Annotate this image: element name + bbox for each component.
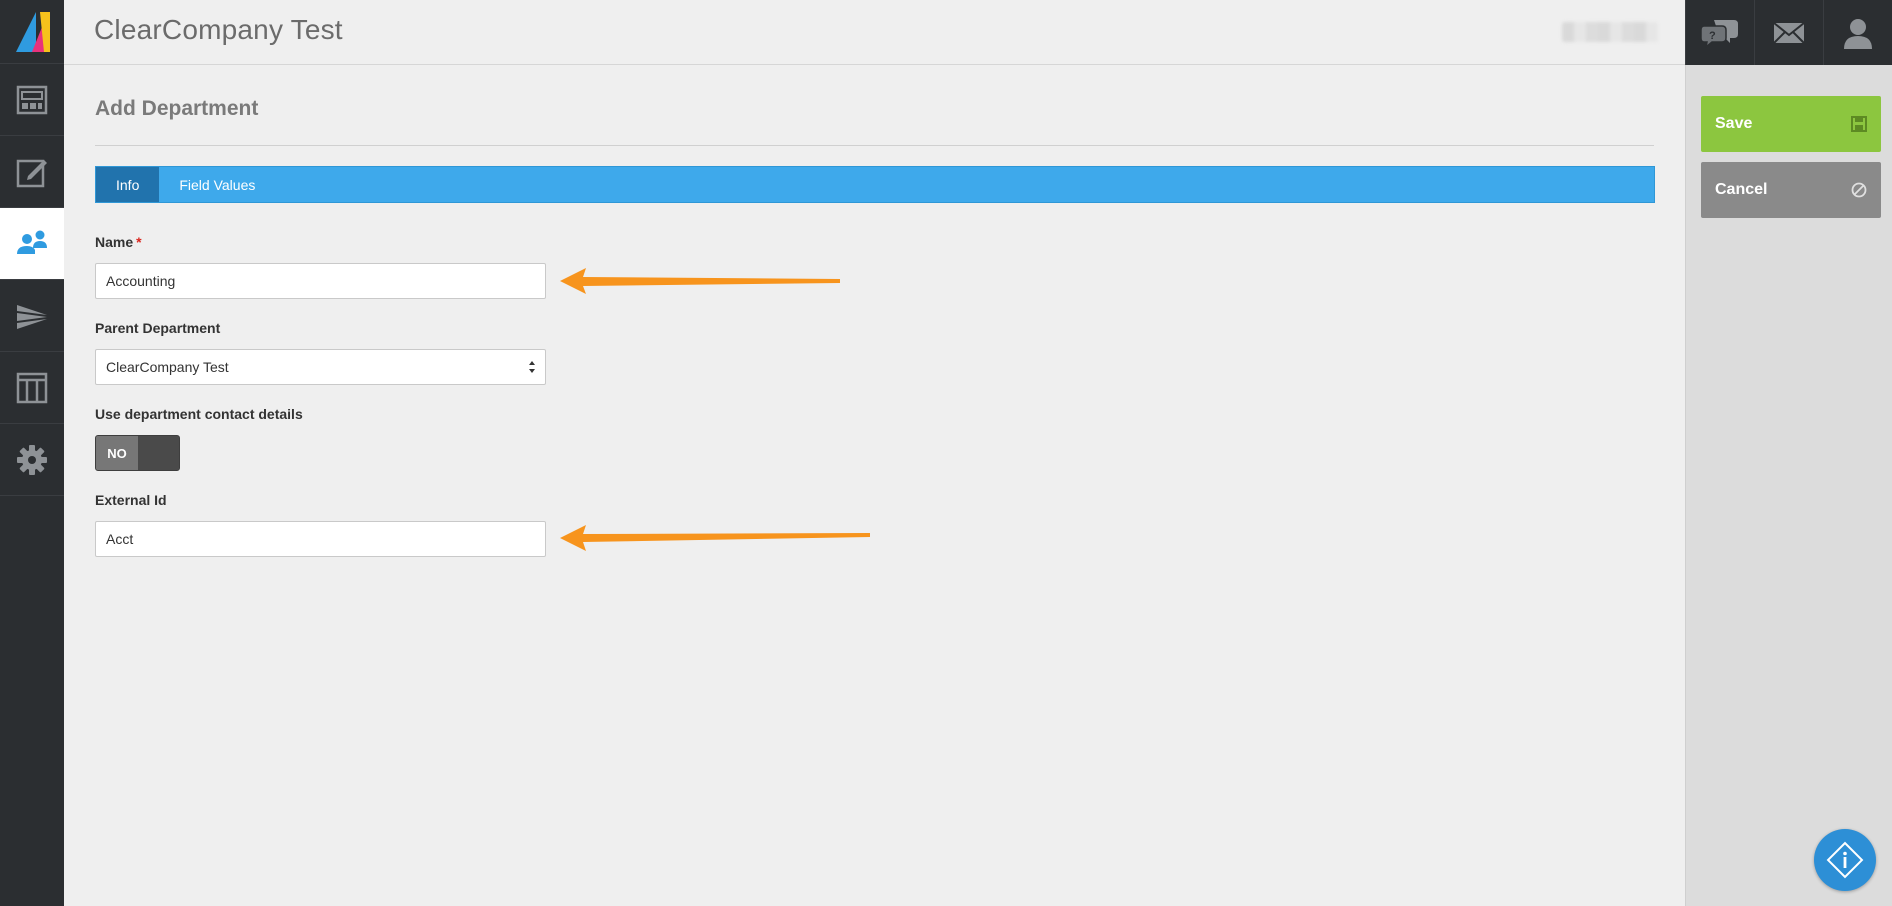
contact-details-label: Use department contact details (95, 406, 303, 422)
info-help-button[interactable] (1814, 829, 1876, 891)
floppy-disk-icon (1851, 116, 1867, 132)
toggle-knob (138, 436, 179, 470)
nav-item-columns[interactable] (0, 352, 64, 424)
action-sidebar: Save Cancel (1685, 65, 1892, 906)
nav-item-settings[interactable] (0, 424, 64, 496)
main-content: Add Department Info Field Values Name * A… (64, 65, 1685, 906)
blurred-user-name (1562, 22, 1658, 42)
name-input-value: Accounting (106, 273, 176, 289)
title-divider (95, 145, 1654, 146)
toggle-no-label: NO (96, 436, 138, 470)
tab-field-values[interactable]: Field Values (159, 167, 275, 202)
mail-icon (1773, 21, 1805, 44)
svg-text:?: ? (1709, 30, 1716, 42)
parent-department-label: Parent Department (95, 320, 221, 336)
left-nav (0, 0, 64, 906)
select-arrows-icon (529, 361, 535, 373)
user-profile-button[interactable] (1823, 0, 1892, 65)
page-title: Add Department (95, 97, 259, 120)
name-input[interactable]: Accounting (95, 263, 546, 299)
nav-item-edit[interactable] (0, 136, 64, 208)
name-label-text: Name (95, 234, 134, 250)
dashboard-icon (16, 85, 48, 114)
info-diamond-icon (1826, 841, 1864, 879)
cancel-button[interactable]: Cancel (1701, 162, 1881, 218)
save-button[interactable]: Save (1701, 96, 1881, 152)
edit-document-icon (16, 159, 47, 187)
annotation-arrow-external-id (560, 525, 870, 551)
external-id-label: External Id (95, 492, 167, 508)
nav-item-dashboard[interactable] (0, 64, 64, 136)
parent-department-value: ClearCompany Test (106, 359, 229, 375)
paper-plane-icon (17, 304, 47, 329)
clearcompany-logo-icon (16, 11, 50, 52)
name-label: Name * (95, 234, 142, 250)
contact-details-toggle[interactable]: NO (95, 435, 180, 471)
ban-icon (1851, 182, 1867, 198)
top-icon-bar: ? (1685, 0, 1892, 65)
columns-icon (16, 372, 48, 403)
chat-help-icon: ? (1700, 19, 1738, 48)
tab-bar: Info Field Values (95, 166, 1655, 203)
nav-item-send[interactable] (0, 280, 64, 352)
app-logo[interactable] (0, 0, 64, 64)
tab-info[interactable]: Info (96, 167, 160, 202)
parent-department-select[interactable]: ClearCompany Test (95, 349, 546, 385)
nav-item-users[interactable] (0, 208, 64, 280)
external-id-input[interactable]: Acct (95, 521, 546, 557)
required-marker: * (136, 234, 142, 250)
cancel-button-label: Cancel (1715, 181, 1768, 198)
user-profile-icon (1844, 18, 1872, 49)
users-icon (17, 230, 47, 254)
annotation-arrow-name (560, 268, 840, 294)
external-id-value: Acct (106, 531, 134, 547)
help-chat-button[interactable]: ? (1685, 0, 1754, 65)
company-title: ClearCompany Test (94, 14, 343, 45)
messages-button[interactable] (1754, 0, 1823, 65)
page-header: ClearCompany Test (64, 0, 1685, 65)
gear-icon (17, 444, 47, 475)
save-button-label: Save (1715, 115, 1753, 132)
